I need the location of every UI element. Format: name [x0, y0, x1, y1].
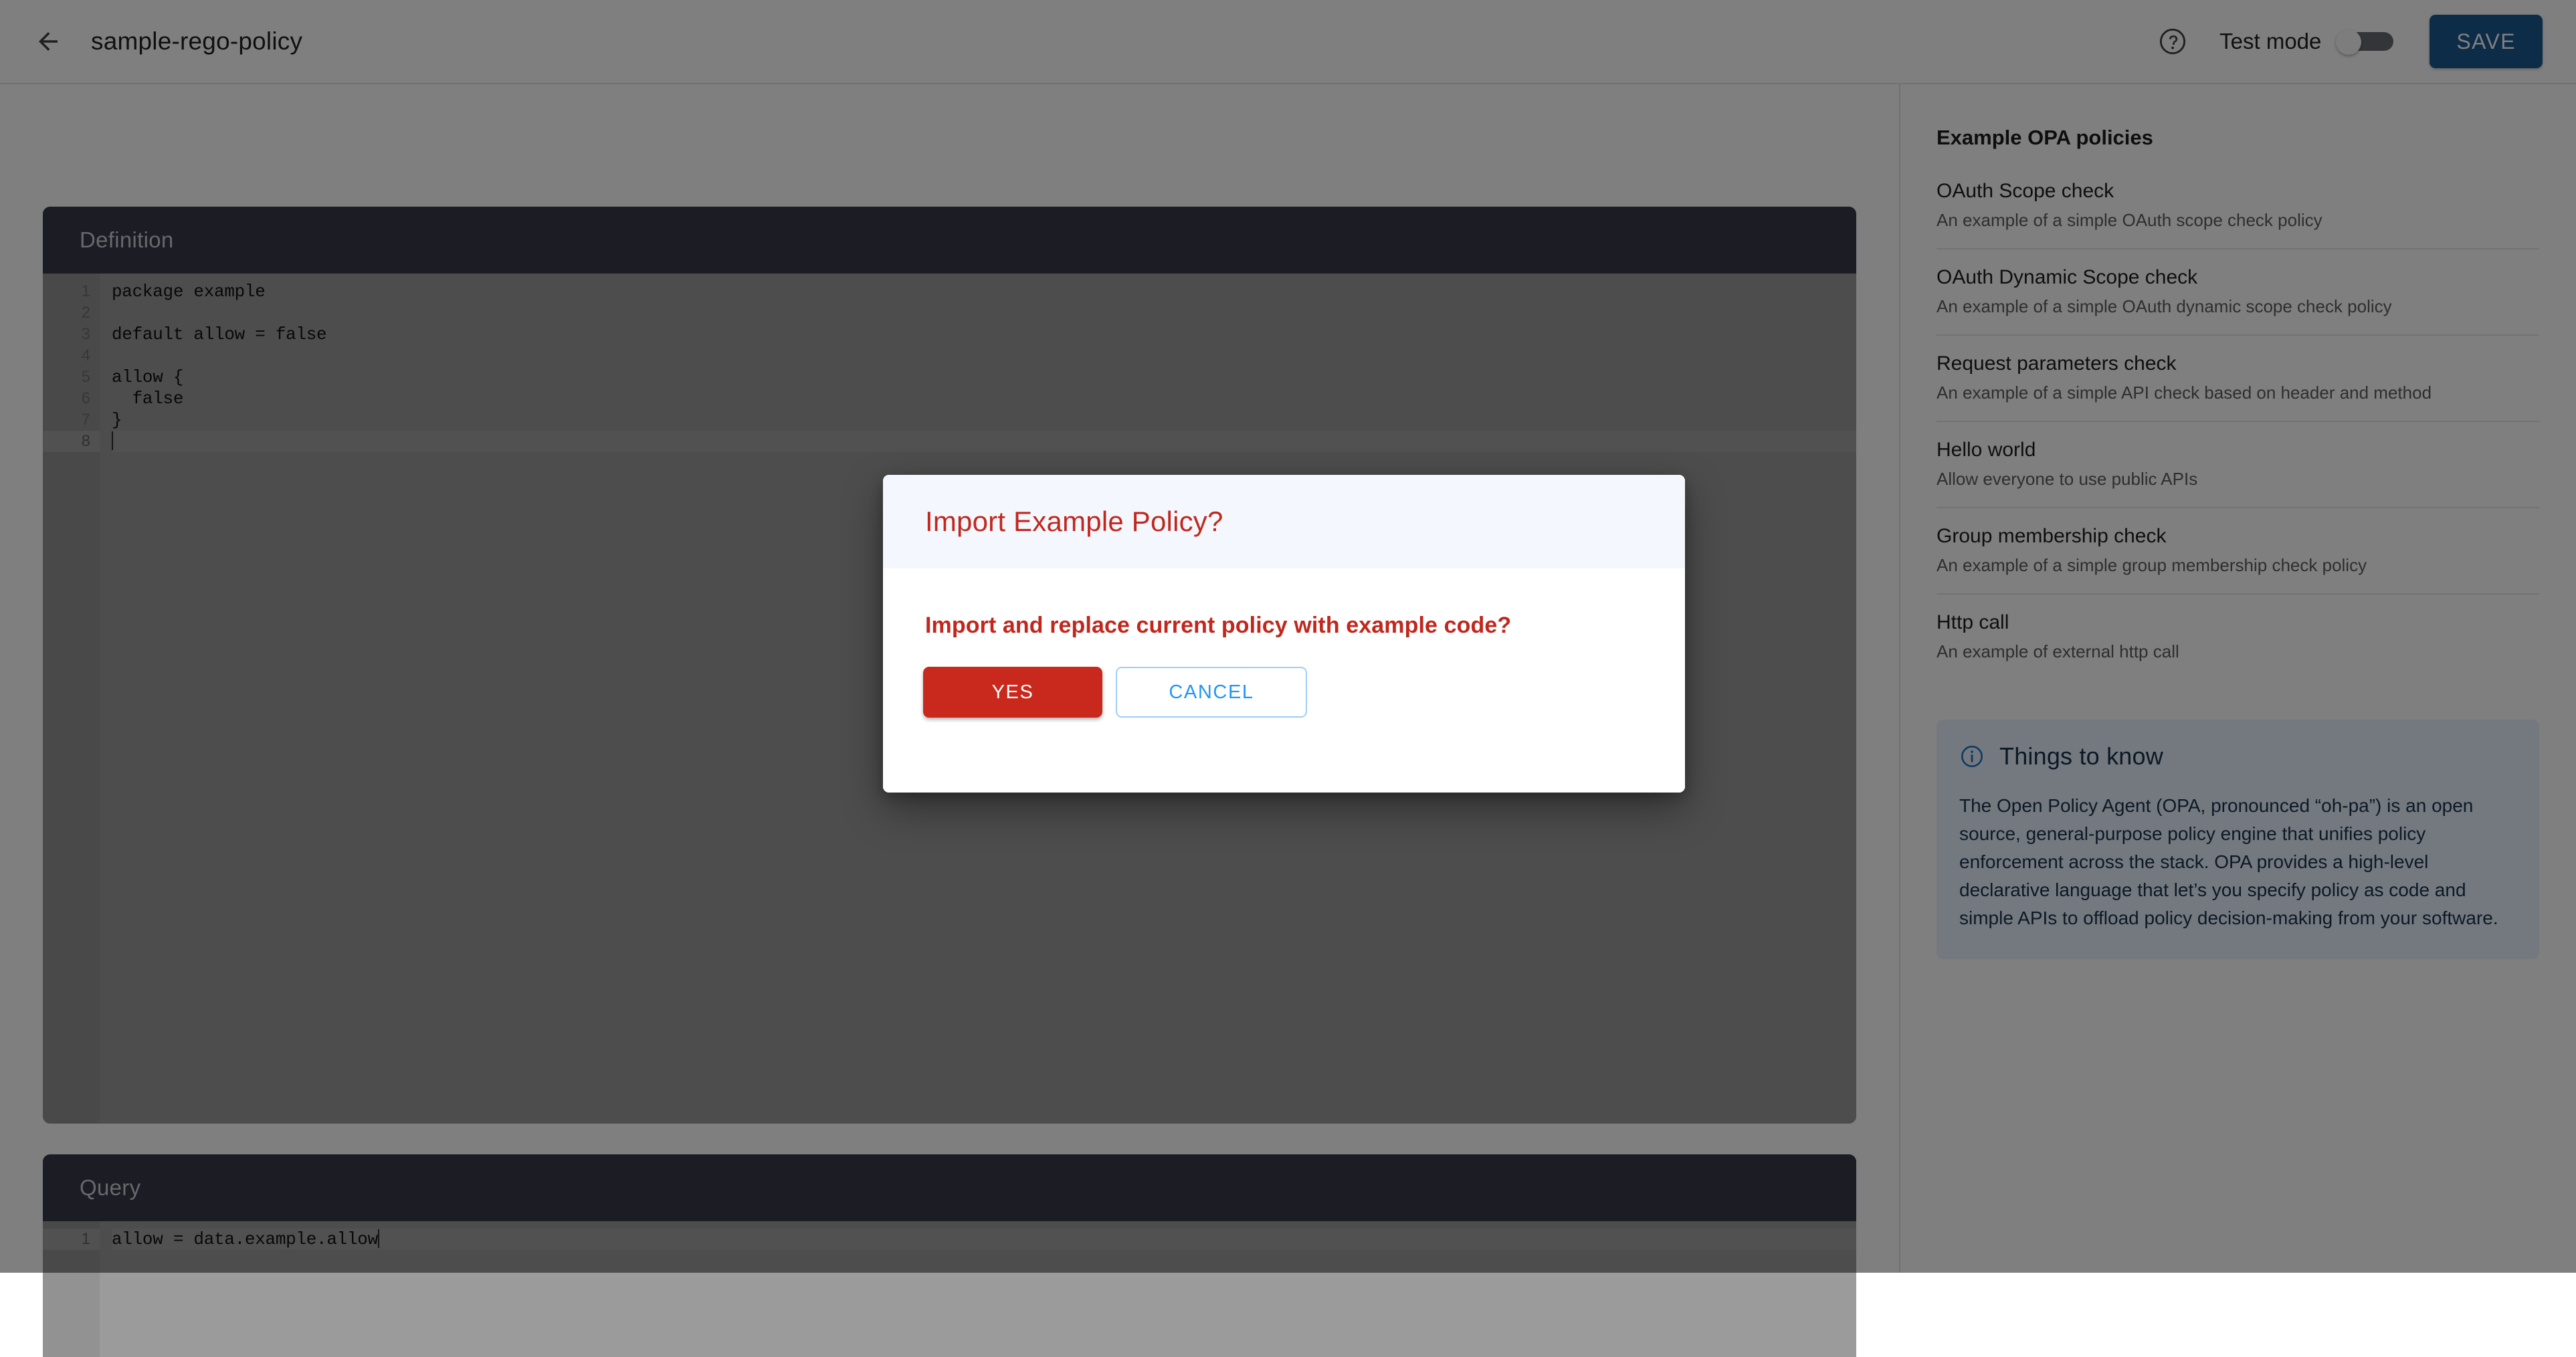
- confirm-yes-button[interactable]: YES: [923, 667, 1102, 718]
- dialog-message: Import and replace current policy with e…: [925, 613, 1511, 639]
- modal-overlay[interactable]: Import Example Policy? Import and replac…: [0, 0, 2576, 1273]
- cancel-button[interactable]: CANCEL: [1116, 667, 1307, 718]
- dialog-title: Import Example Policy?: [925, 506, 1223, 538]
- dialog-header: Import Example Policy?: [883, 475, 1685, 568]
- import-example-policy-dialog: Import Example Policy? Import and replac…: [883, 475, 1685, 793]
- dialog-body: Import and replace current policy with e…: [883, 568, 1685, 793]
- dialog-actions: YES CANCEL: [923, 667, 1307, 718]
